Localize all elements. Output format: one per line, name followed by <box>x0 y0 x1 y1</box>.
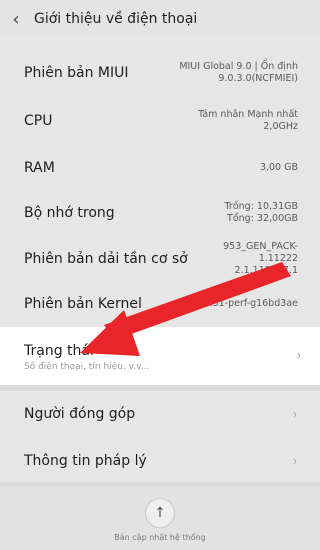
back-button[interactable]: ‹ <box>0 0 32 38</box>
chevron-left-icon: ‹ <box>12 8 20 30</box>
page-title: Giới thiệu về điện thoại <box>34 11 198 27</box>
row-value: Tám nhân Mạnh nhất 2,0GHz <box>198 109 298 132</box>
status-sublabel: Số điện thoại, tín hiệu, v.v... <box>24 362 150 372</box>
row-value: Trống: 10,31GB Tổng: 32,00GB <box>224 201 298 224</box>
row-label: Bộ nhớ trong <box>24 205 115 221</box>
section-divider <box>0 385 320 391</box>
status-label: Trạng thái <box>24 343 94 359</box>
system-update-button[interactable]: ↑ <box>145 498 175 528</box>
link-row-contributors[interactable]: Người đóng góp › <box>0 393 320 435</box>
chevron-right-icon: › <box>292 405 298 423</box>
arrow-up-icon: ↑ <box>154 505 166 521</box>
system-update-label: Bản cập nhật hệ thống <box>114 533 206 542</box>
row-value: 3.18.31-perf-g16bd3ae <box>188 298 298 309</box>
footer: ↑ Bản cập nhật hệ thống <box>0 486 320 550</box>
info-row-kernel[interactable]: Phiên bản Kernel 3.18.31-perf-g16bd3ae <box>0 285 320 323</box>
chevron-right-icon: › <box>296 346 302 364</box>
row-value: 953_GEN_PACK-1.11222 2.1.119607.1 <box>223 241 298 276</box>
row-value: 3,00 GB <box>259 162 298 173</box>
info-row-ram[interactable]: RAM 3,00 GB <box>0 149 320 187</box>
row-value: MIUI Global 9.0 | Ổn định 9.0.3.0(NCFMIE… <box>179 61 298 84</box>
info-row-cpu[interactable]: CPU Tám nhân Mạnh nhất 2,0GHz <box>0 100 320 142</box>
row-label: Phiên bản MIUI <box>24 65 129 81</box>
row-label: RAM <box>24 160 55 176</box>
status-row[interactable]: Trạng thái Số điện thoại, tín hiệu, v.v.… <box>0 327 320 385</box>
info-row-miui[interactable]: Phiên bản MIUI MIUI Global 9.0 | Ổn định… <box>0 52 320 94</box>
app-header: ‹ Giới thiệu về điện thoại <box>0 0 320 38</box>
chevron-right-icon: › <box>292 452 298 470</box>
row-label: Thông tin pháp lý <box>24 453 147 469</box>
info-row-baseband[interactable]: Phiên bản dải tần cơ sở 953_GEN_PACK-1.1… <box>0 238 320 280</box>
row-label: Phiên bản dải tần cơ sở <box>24 251 188 267</box>
row-label: Người đóng góp <box>24 406 136 422</box>
row-label: CPU <box>24 113 53 129</box>
info-row-storage[interactable]: Bộ nhớ trong Trống: 10,31GB Tổng: 32,00G… <box>0 192 320 234</box>
row-label: Phiên bản Kernel <box>24 296 142 312</box>
link-row-legal[interactable]: Thông tin pháp lý › <box>0 440 320 482</box>
